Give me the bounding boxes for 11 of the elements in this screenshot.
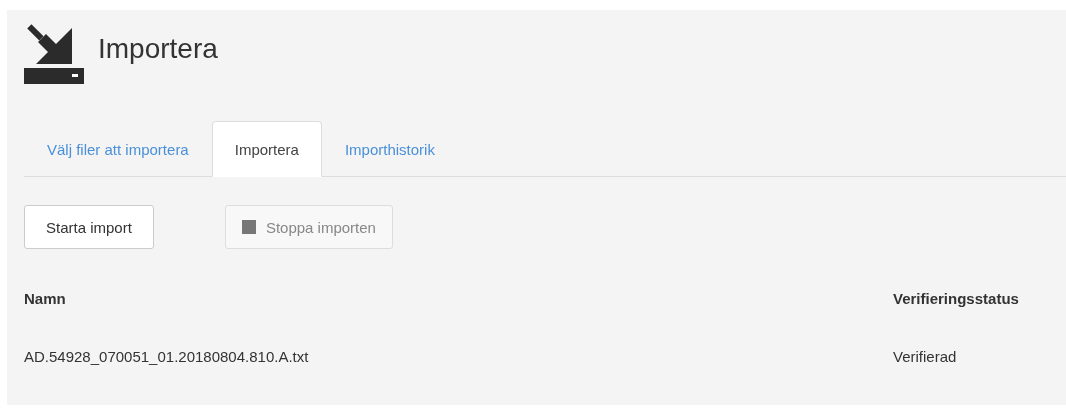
import-icon xyxy=(24,21,84,85)
column-header: Namn xyxy=(24,289,67,307)
stop-icon xyxy=(241,220,256,234)
table-cell: Verifierad xyxy=(893,348,957,365)
tab[interactable]: Importera xyxy=(211,121,322,177)
table-cell-text: AD.54928_070051_01.20180804.810.A.txt xyxy=(24,348,310,365)
column-header: Verifieringsstatus xyxy=(893,289,1019,307)
tab[interactable]: Välj filer att importera xyxy=(24,121,212,177)
page-title: Importera xyxy=(98,33,218,65)
tab[interactable]: Importhistorik xyxy=(321,121,458,177)
start-button[interactable]: Starta import xyxy=(24,205,154,249)
